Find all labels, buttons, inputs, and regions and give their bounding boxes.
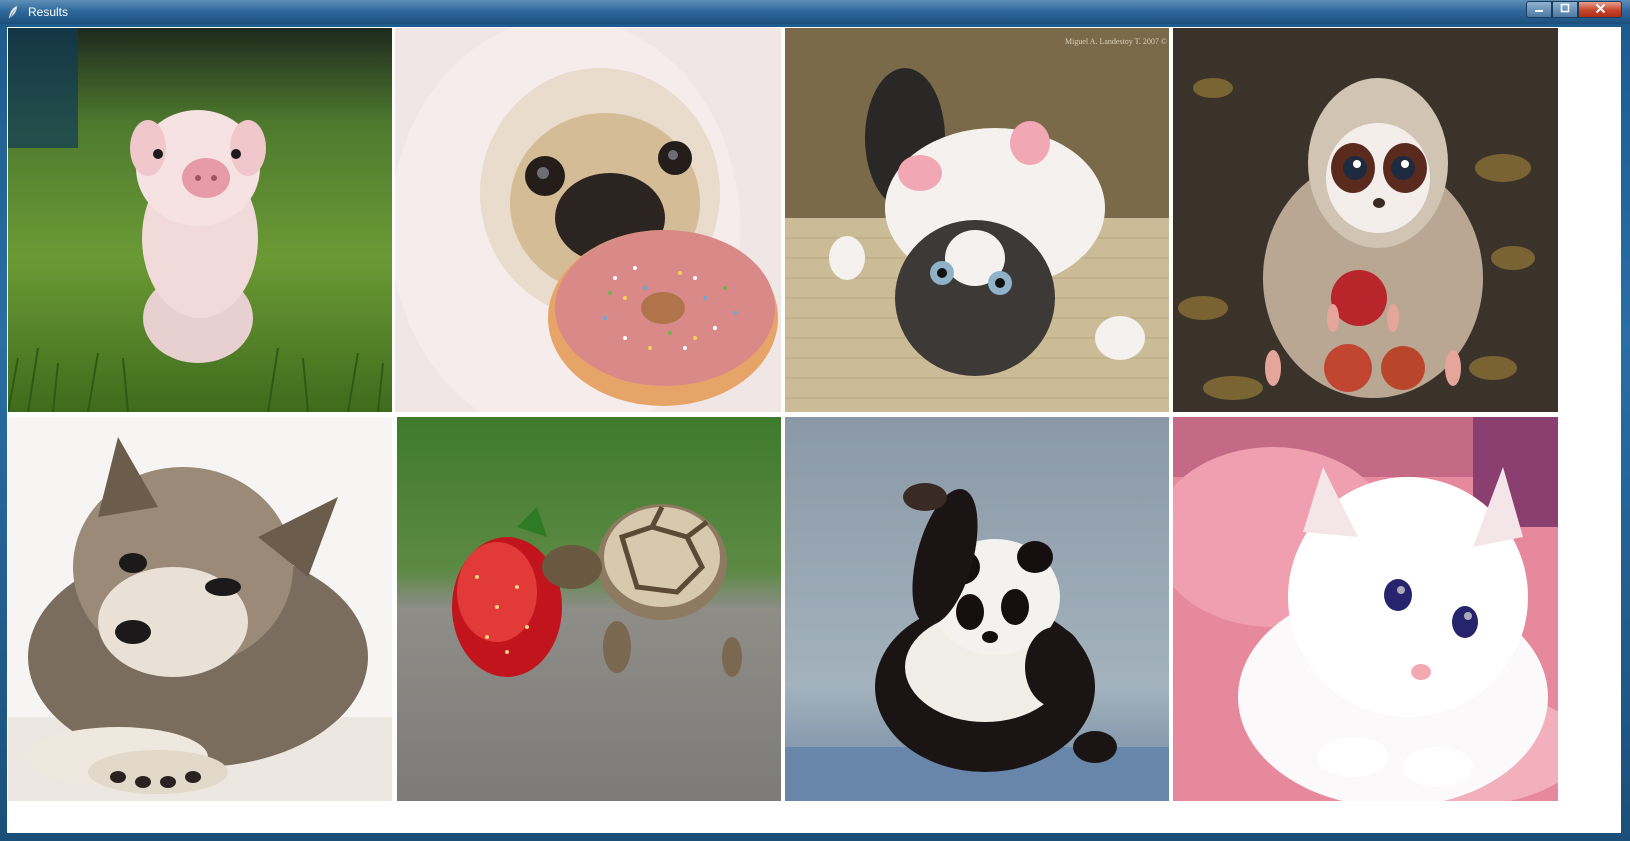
result-image-kitten-carpet[interactable]: Miguel A. Landestoy T. 2007 ©	[785, 28, 1169, 412]
tortoise-strawberry-photo	[397, 417, 781, 801]
result-image-pug-donut[interactable]	[395, 28, 781, 412]
maximize-icon	[1560, 3, 1570, 16]
results-grid: Miguel A. Landestoy T. 2007 ©	[7, 27, 1621, 833]
result-image-panda[interactable]	[785, 417, 1169, 801]
result-image-puppy[interactable]	[8, 417, 392, 801]
results-window: Results Miguel A. Landestoy T. 2007 ©	[0, 0, 1630, 841]
creature-apples-photo	[1173, 28, 1558, 412]
minimize-icon	[1534, 3, 1544, 16]
close-button[interactable]	[1578, 1, 1622, 18]
window-controls	[1526, 1, 1622, 18]
puppy-photo	[8, 417, 392, 801]
watermark: Miguel A. Landestoy T. 2007 ©	[1065, 37, 1167, 46]
window-title: Results	[28, 5, 69, 19]
piglet-photo	[8, 28, 392, 412]
white-kitten-photo	[1173, 417, 1558, 801]
feather-icon	[6, 5, 20, 19]
result-image-tortoise-strawberry[interactable]	[397, 417, 781, 801]
result-image-creature-apples[interactable]	[1173, 28, 1558, 412]
panda-photo	[785, 417, 1169, 801]
maximize-button[interactable]	[1552, 1, 1578, 18]
kitten-carpet-photo: Miguel A. Landestoy T. 2007 ©	[785, 28, 1169, 412]
result-image-white-kitten[interactable]	[1173, 417, 1558, 801]
minimize-button[interactable]	[1526, 1, 1552, 18]
result-image-piglet[interactable]	[8, 28, 392, 412]
close-icon	[1595, 3, 1606, 17]
pug-donut-photo	[395, 28, 781, 412]
title-bar[interactable]: Results	[0, 0, 1630, 24]
